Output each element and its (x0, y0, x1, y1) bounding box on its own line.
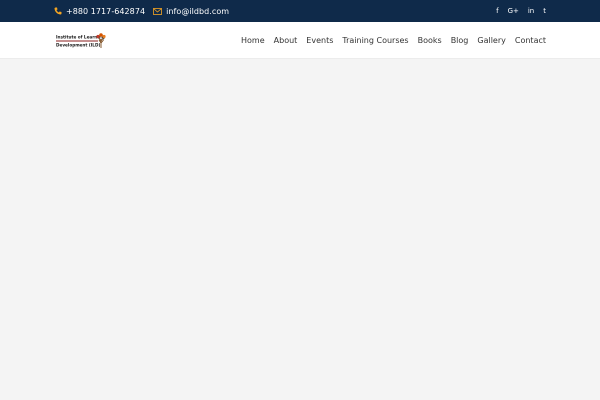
facebook-icon[interactable]: f (496, 6, 498, 16)
nav-blog[interactable]: Blog (451, 36, 469, 45)
social-links: f G+ in t (496, 0, 546, 22)
nav-training-courses[interactable]: Training Courses (342, 36, 408, 45)
nav-books[interactable]: Books (418, 36, 442, 45)
main-nav: Home About Events Training Courses Books… (241, 22, 546, 59)
contact-info: +880 1717-642874 info@ildbd.com (54, 0, 229, 22)
nav-contact[interactable]: Contact (515, 36, 546, 45)
phone-number: +880 1717-642874 (66, 6, 146, 16)
logo-text-line2: Development (ILD) (56, 43, 100, 48)
site-logo[interactable]: Institute of Learning Development (ILD) (54, 31, 107, 50)
phone-link[interactable]: +880 1717-642874 (54, 7, 145, 16)
site-header: Institute of Learning Development (ILD) … (0, 22, 600, 59)
email-address: info@ildbd.com (166, 6, 230, 16)
top-bar: +880 1717-642874 info@ildbd.com f G+ in … (0, 0, 600, 22)
email-link[interactable]: info@ildbd.com (153, 7, 229, 16)
phone-icon (54, 7, 62, 15)
nav-gallery[interactable]: Gallery (477, 36, 506, 45)
nav-home[interactable]: Home (241, 36, 265, 45)
linkedin-icon[interactable]: in (528, 6, 534, 16)
nav-about[interactable]: About (274, 36, 298, 45)
twitter-icon[interactable]: t (543, 6, 546, 16)
google-plus-icon[interactable]: G+ (508, 6, 519, 16)
envelope-icon (153, 7, 163, 15)
main-content-area (0, 59, 600, 400)
nav-events[interactable]: Events (306, 36, 333, 45)
